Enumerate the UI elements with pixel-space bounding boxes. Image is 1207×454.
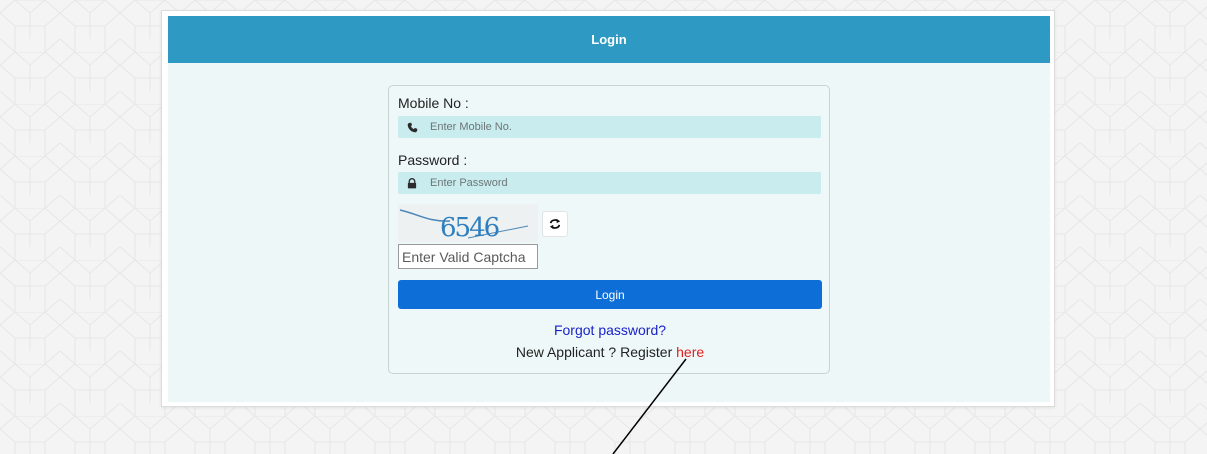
password-input-group	[398, 172, 821, 194]
login-card: Login Mobile No : Password :	[161, 10, 1055, 407]
login-form: Mobile No : Password : 6546	[388, 85, 830, 374]
register-prefix: New Applicant ? Register	[515, 344, 677, 360]
mobile-input-group	[398, 116, 821, 138]
card-body: Mobile No : Password : 6546	[168, 63, 1050, 402]
register-line: New Applicant ? Register here	[389, 344, 831, 360]
register-here-link[interactable]: here	[676, 344, 704, 360]
password-label: Password :	[398, 152, 468, 168]
mobile-input[interactable]	[426, 116, 806, 138]
refresh-captcha-button[interactable]	[542, 211, 568, 237]
login-button[interactable]: Login	[398, 280, 822, 309]
captcha-image: 6546	[398, 204, 538, 243]
refresh-icon	[549, 218, 561, 230]
lock-icon	[398, 172, 426, 194]
captcha-text: 6546	[440, 213, 499, 242]
phone-icon	[398, 116, 426, 138]
forgot-password-link[interactable]: Forgot password?	[389, 322, 831, 338]
captcha-input[interactable]	[398, 244, 538, 269]
password-input[interactable]	[426, 172, 806, 194]
card-header: Login	[168, 16, 1050, 63]
page-title: Login	[591, 32, 627, 47]
mobile-label: Mobile No :	[398, 95, 469, 111]
